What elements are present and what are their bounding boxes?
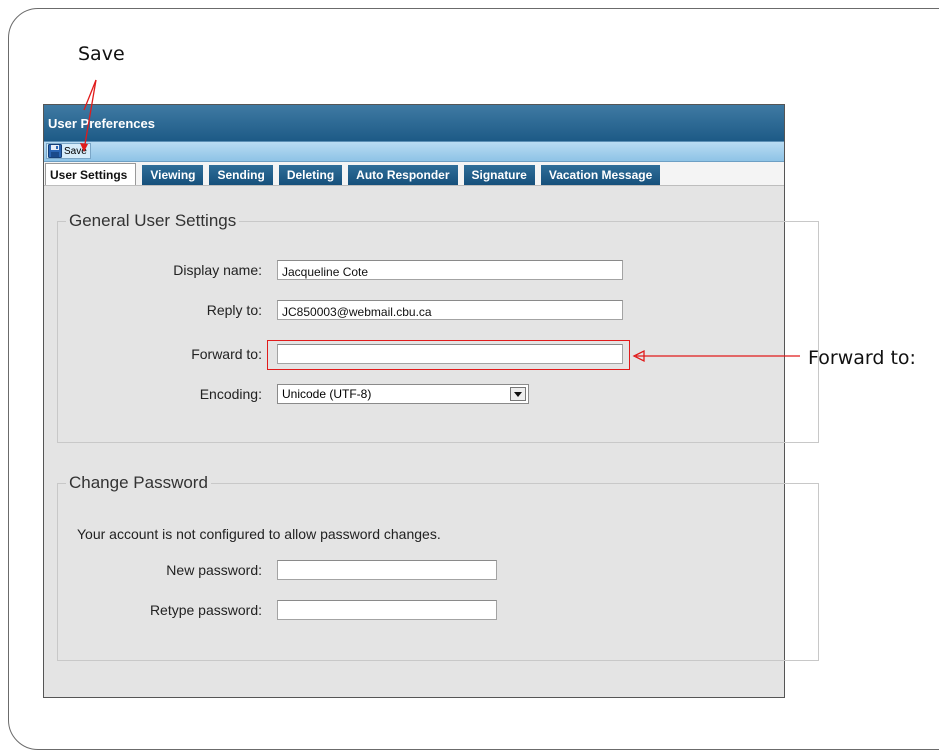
- tab-auto-responder[interactable]: Auto Responder: [348, 165, 458, 185]
- floppy-disk-icon: [48, 144, 62, 158]
- save-callout-label: Save: [78, 43, 125, 65]
- tab-sending[interactable]: Sending: [209, 165, 273, 185]
- retype-password-row: Retype password:: [47, 600, 497, 620]
- retype-password-label: Retype password:: [149, 602, 262, 618]
- password-notice: Your account is not configured to allow …: [77, 526, 441, 542]
- forward-callout-label: Forward to:: [808, 347, 916, 369]
- encoding-label: Encoding:: [199, 386, 262, 402]
- tab-user-settings[interactable]: User Settings: [45, 163, 137, 185]
- display-name-label: Display name:: [173, 262, 262, 278]
- reply-to-row: Reply to:: [47, 300, 623, 320]
- change-password-legend: Change Password: [69, 473, 208, 492]
- forward-to-label: Forward to:: [191, 346, 262, 362]
- save-button[interactable]: Save: [46, 143, 91, 159]
- general-user-settings-legend: General User Settings: [69, 211, 237, 230]
- encoding-selected-value: Unicode (UTF-8): [282, 387, 372, 401]
- tab-deleting[interactable]: Deleting: [278, 165, 343, 185]
- forward-to-row: Forward to:: [47, 344, 623, 364]
- window-title: User Preferences: [44, 105, 784, 141]
- new-password-row: New password:: [47, 560, 497, 580]
- new-password-label: New password:: [166, 562, 262, 578]
- toolbar: Save: [44, 141, 784, 162]
- general-user-settings-group: General User Settings: [57, 211, 819, 443]
- tab-vacation-message[interactable]: Vacation Message: [540, 165, 661, 185]
- new-password-field[interactable]: [277, 560, 497, 580]
- forward-to-field[interactable]: [277, 344, 623, 364]
- tab-strip: User Settings Viewing Sending Deleting A…: [44, 162, 784, 186]
- reply-to-field[interactable]: [277, 300, 623, 320]
- tab-signature[interactable]: Signature: [463, 165, 535, 185]
- dropdown-arrow-icon[interactable]: [510, 387, 526, 401]
- encoding-select[interactable]: Unicode (UTF-8): [277, 384, 529, 404]
- encoding-row: Encoding: Unicode (UTF-8): [47, 384, 529, 404]
- display-name-row: Display name:: [47, 260, 623, 280]
- retype-password-field[interactable]: [277, 600, 497, 620]
- save-button-label: Save: [64, 145, 87, 157]
- reply-to-label: Reply to:: [206, 302, 262, 318]
- display-name-field[interactable]: [277, 260, 623, 280]
- tab-viewing[interactable]: Viewing: [142, 165, 204, 185]
